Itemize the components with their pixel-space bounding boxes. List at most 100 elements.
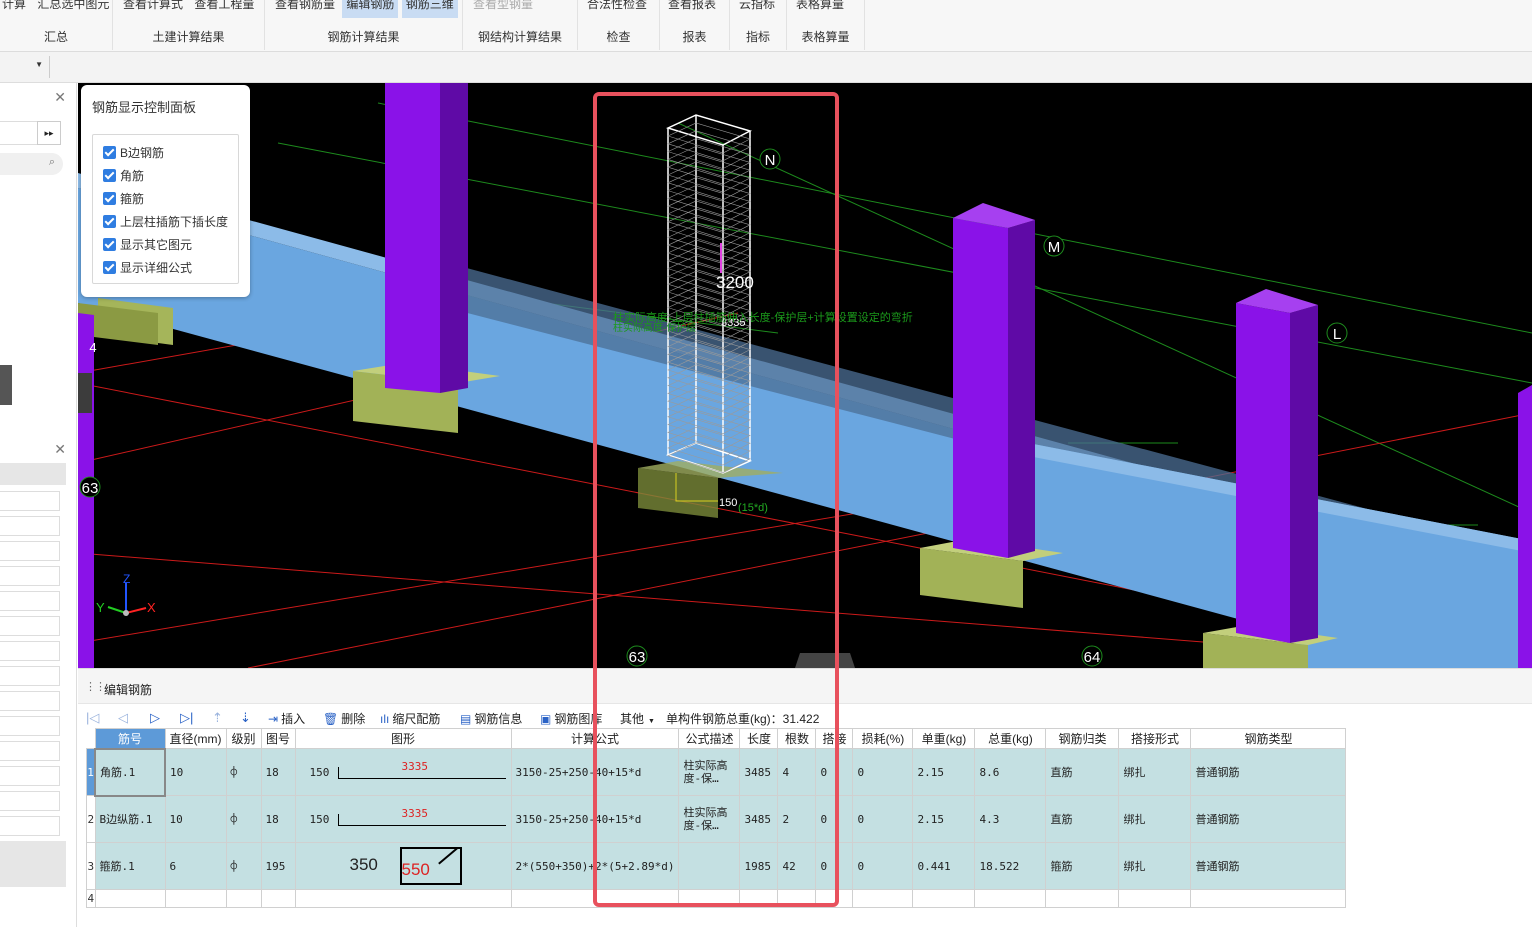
cell-name[interactable]: B边纵筋.1 bbox=[94, 795, 166, 843]
scale-rebar-button[interactable]: ılı 缩尺配筋 bbox=[380, 710, 440, 727]
cell-lap-type[interactable]: 绑扎 bbox=[1118, 842, 1192, 890]
row-number[interactable]: 1 bbox=[86, 748, 96, 796]
view-steel-button[interactable]: 查看型钢量 bbox=[469, 0, 537, 18]
cell-description[interactable]: 柱实际高度-保… bbox=[678, 748, 741, 796]
cell-name[interactable]: 箍筋.1 bbox=[94, 842, 166, 890]
cell-shape[interactable]: 350 550 bbox=[294, 842, 512, 890]
empty-cell[interactable] bbox=[678, 889, 741, 908]
cell-unit-weight[interactable]: 2.15 bbox=[912, 748, 976, 796]
column-header[interactable]: 图号 bbox=[260, 728, 296, 749]
cell-grade[interactable]: ⌽ bbox=[225, 795, 262, 843]
column-header[interactable]: 搭接 bbox=[815, 728, 854, 749]
empty-cell[interactable] bbox=[510, 889, 680, 908]
cell-shape[interactable]: 150 3335 bbox=[294, 795, 512, 843]
empty-cell[interactable] bbox=[94, 889, 166, 908]
cell-rebar-type[interactable]: 普通钢筋 bbox=[1190, 748, 1347, 796]
sidebar-field[interactable] bbox=[0, 741, 60, 761]
view-report-button[interactable]: 查看报表 bbox=[664, 0, 720, 18]
cell-figure-no[interactable]: 18 bbox=[260, 748, 296, 796]
cell-grade[interactable]: ⌽ bbox=[225, 748, 262, 796]
empty-cell[interactable] bbox=[912, 889, 976, 908]
cell-formula[interactable]: 2*(550+350)+2*(5+2.89*d) bbox=[510, 842, 680, 890]
sidebar-field[interactable] bbox=[0, 516, 60, 536]
option-show-formula[interactable]: 显示详细公式 bbox=[103, 259, 192, 277]
column-header[interactable]: 根数 bbox=[777, 728, 817, 749]
row-number[interactable]: 3 bbox=[86, 842, 96, 890]
cell-description[interactable] bbox=[678, 842, 741, 890]
cell-diameter[interactable]: 10 bbox=[164, 795, 227, 843]
validity-check-button[interactable]: 合法性检查 bbox=[583, 0, 651, 18]
empty-cell[interactable] bbox=[974, 889, 1047, 908]
close-icon[interactable]: ✕ bbox=[54, 441, 66, 458]
checkbox-checked-icon[interactable] bbox=[103, 238, 116, 251]
sidebar-field[interactable] bbox=[0, 791, 60, 811]
collapse-handle[interactable] bbox=[0, 365, 12, 405]
cloud-index-button[interactable]: 云指标 bbox=[735, 0, 779, 18]
cell-lap-type[interactable]: 绑扎 bbox=[1118, 748, 1192, 796]
table-quantity-button[interactable]: 表格算量 bbox=[792, 0, 848, 18]
checkbox-checked-icon[interactable] bbox=[103, 215, 116, 228]
cell-category[interactable]: 箍筋 bbox=[1045, 842, 1120, 890]
row-number[interactable]: 4 bbox=[86, 889, 96, 908]
sidebar-field[interactable] bbox=[0, 591, 60, 611]
cell-lap[interactable]: 0 bbox=[815, 748, 854, 796]
column-header[interactable]: 计算公式 bbox=[510, 728, 680, 749]
column-header[interactable]: 公式描述 bbox=[678, 728, 741, 749]
close-icon[interactable]: ✕ bbox=[54, 89, 66, 106]
column-header[interactable]: 长度 bbox=[739, 728, 779, 749]
cell-name[interactable]: 角筋.1 bbox=[94, 747, 166, 797]
sidebar-field[interactable] bbox=[0, 766, 60, 786]
cell-figure-no[interactable]: 18 bbox=[260, 795, 296, 843]
option-show-other[interactable]: 显示其它图元 bbox=[103, 236, 192, 254]
view-formula-button[interactable]: 查看计算式 bbox=[119, 0, 187, 18]
cell-total-weight[interactable]: 4.3 bbox=[974, 795, 1047, 843]
column-header[interactable]: 级别 bbox=[225, 728, 262, 749]
prev-record-icon[interactable]: ◁ bbox=[118, 710, 128, 726]
column-header[interactable]: 筋号 bbox=[94, 728, 166, 749]
cell-total-weight[interactable]: 8.6 bbox=[974, 748, 1047, 796]
column-header[interactable]: 直径(mm) bbox=[164, 728, 227, 749]
cell-figure-no[interactable]: 195 bbox=[260, 842, 296, 890]
sidebar-field[interactable] bbox=[0, 641, 60, 661]
3d-viewport[interactable]: N M L 63 64 63 4 3200 3335 150 (15*d) 柱实… bbox=[78, 83, 1532, 668]
column-header[interactable]: 钢筋类型 bbox=[1190, 728, 1347, 749]
cell-count[interactable]: 2 bbox=[777, 795, 817, 843]
column-header[interactable]: 图形 bbox=[294, 728, 512, 749]
cell-unit-weight[interactable]: 2.15 bbox=[912, 795, 976, 843]
empty-cell[interactable] bbox=[164, 889, 227, 908]
cell-lap-type[interactable]: 绑扎 bbox=[1118, 795, 1192, 843]
checkbox-checked-icon[interactable] bbox=[103, 261, 116, 274]
cell-length[interactable]: 1985 bbox=[739, 842, 779, 890]
empty-cell[interactable] bbox=[815, 889, 854, 908]
first-record-icon[interactable]: |◁ bbox=[86, 710, 99, 726]
row-number[interactable]: 2 bbox=[86, 795, 96, 843]
rebar-info-button[interactable]: ▤ 钢筋信息 bbox=[460, 710, 522, 727]
option-dowel-length[interactable]: 上层柱插筋下插长度 bbox=[103, 213, 228, 231]
cell-diameter[interactable]: 6 bbox=[164, 842, 227, 890]
sidebar-field[interactable] bbox=[0, 691, 60, 711]
cell-rebar-type[interactable]: 普通钢筋 bbox=[1190, 842, 1347, 890]
summarize-selected-button[interactable]: 汇总选中图元 bbox=[33, 0, 113, 18]
table-row[interactable]: 1 角筋.1 10 ⌽ 18 150 3335 3150-25+250-40+1… bbox=[86, 747, 1347, 797]
column-header[interactable]: 单重(kg) bbox=[912, 728, 976, 749]
next-record-icon[interactable]: ▷ bbox=[150, 710, 160, 726]
empty-cell[interactable] bbox=[294, 889, 512, 908]
cell-shape[interactable]: 150 3335 bbox=[294, 748, 512, 796]
cell-formula[interactable]: 3150-25+250-40+15*d bbox=[510, 795, 680, 843]
view-quantity-button[interactable]: 查看工程量 bbox=[190, 0, 258, 18]
search-input[interactable]: ⌕ bbox=[0, 153, 63, 175]
rebar-library-button[interactable]: ▣ 钢筋图库 bbox=[540, 710, 602, 727]
column-header[interactable]: 总重(kg) bbox=[974, 728, 1047, 749]
calculate-button[interactable]: 计算 bbox=[0, 0, 30, 18]
empty-cell[interactable] bbox=[225, 889, 262, 908]
cell-length[interactable]: 3485 bbox=[739, 795, 779, 843]
table-row[interactable]: 2 B边纵筋.1 10 ⌽ 18 150 3335 3150-25+250-40… bbox=[86, 795, 1347, 843]
sidebar-field[interactable] bbox=[0, 716, 60, 736]
table-row-empty[interactable]: 4 bbox=[86, 889, 1347, 908]
delete-button[interactable]: 🗑 删除 bbox=[323, 710, 365, 727]
empty-cell[interactable] bbox=[1190, 889, 1347, 908]
cell-lap[interactable]: 0 bbox=[815, 842, 854, 890]
cell-loss[interactable]: 0 bbox=[852, 842, 914, 890]
cell-total-weight[interactable]: 18.522 bbox=[974, 842, 1047, 890]
cell-category[interactable]: 直筋 bbox=[1045, 748, 1120, 796]
